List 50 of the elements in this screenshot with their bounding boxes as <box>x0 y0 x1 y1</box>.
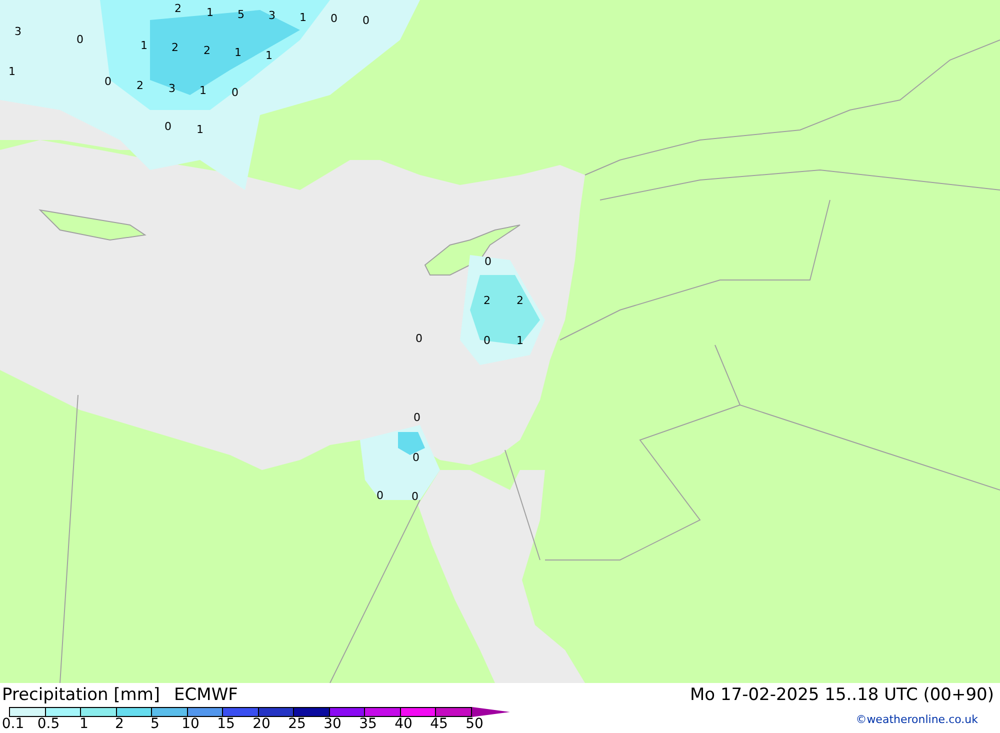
model-name: ECMWF <box>174 686 238 704</box>
legend-title: Precipitation [mm] <box>2 686 160 704</box>
precip-value-label: 0 <box>104 75 112 88</box>
precip-value-label: 0 <box>412 451 420 464</box>
precip-value-label: 0 <box>376 489 384 502</box>
precip-value-label: 2 <box>484 294 490 307</box>
legend-tick-label: 10 <box>182 717 200 731</box>
legend-tick-label: 0.1 <box>2 717 24 731</box>
precip-value-label: 0 <box>232 86 238 99</box>
precip-value-label: 1 <box>206 6 214 19</box>
legend-tick-label: 35 <box>359 717 377 731</box>
precip-value-label: 1 <box>234 46 242 59</box>
precip-value-label: 3 <box>14 25 22 38</box>
precip-value-label: 0 <box>416 332 422 345</box>
legend-tick-label: 15 <box>217 717 235 731</box>
legend-tick-label: 30 <box>324 717 342 731</box>
precip-value-label: 0 <box>362 14 370 27</box>
legend-tick-label: 2 <box>115 717 124 731</box>
precip-value-label: 0 <box>484 255 492 268</box>
precip-value-label: 2 <box>204 44 210 57</box>
legend-tick-label: 40 <box>394 717 412 731</box>
precip-value-label: 1 <box>516 334 524 347</box>
precip-value-label: 3 <box>168 82 176 95</box>
legend-tick-label: 0.5 <box>37 717 60 731</box>
valid-time: Mo 17-02-2025 15..18 UTC (00+90) <box>690 686 994 704</box>
precip-value-label: 2 <box>516 294 524 307</box>
precip-value-label: 1 <box>8 65 16 78</box>
legend-tick-label: 45 <box>430 717 448 731</box>
precip-value-label: 2 <box>172 41 178 54</box>
legend-tick-label: 50 <box>466 717 484 731</box>
credit-link[interactable]: ©weatheronline.co.uk <box>856 712 978 728</box>
precip-value-label: 0 <box>76 33 84 46</box>
precip-value-label: 1 <box>140 39 148 52</box>
precip-value-label: 2 <box>136 79 144 92</box>
legend-tick-label: 25 <box>288 717 306 731</box>
precip-value-label: 0 <box>412 490 418 503</box>
legend-tick-label: 20 <box>252 717 270 731</box>
precip-value-label: 5 <box>238 8 244 21</box>
precip-value-label: 0 <box>330 12 338 25</box>
precip-value-label: 1 <box>266 49 272 62</box>
precip-value-label: 1 <box>300 11 306 24</box>
precip-value-label: 3 <box>268 9 276 22</box>
legend-tick-label: 1 <box>80 717 88 731</box>
precip-value-label: 2 <box>174 2 182 15</box>
precip-value-label: 0 <box>414 411 420 424</box>
legend-tick-label: 5 <box>150 717 160 731</box>
precip-value-label: 0 <box>164 120 172 133</box>
precip-value-label: 0 <box>484 334 490 347</box>
precip-value-label: 1 <box>200 84 206 97</box>
precip-value-label: 1 <box>196 123 204 136</box>
